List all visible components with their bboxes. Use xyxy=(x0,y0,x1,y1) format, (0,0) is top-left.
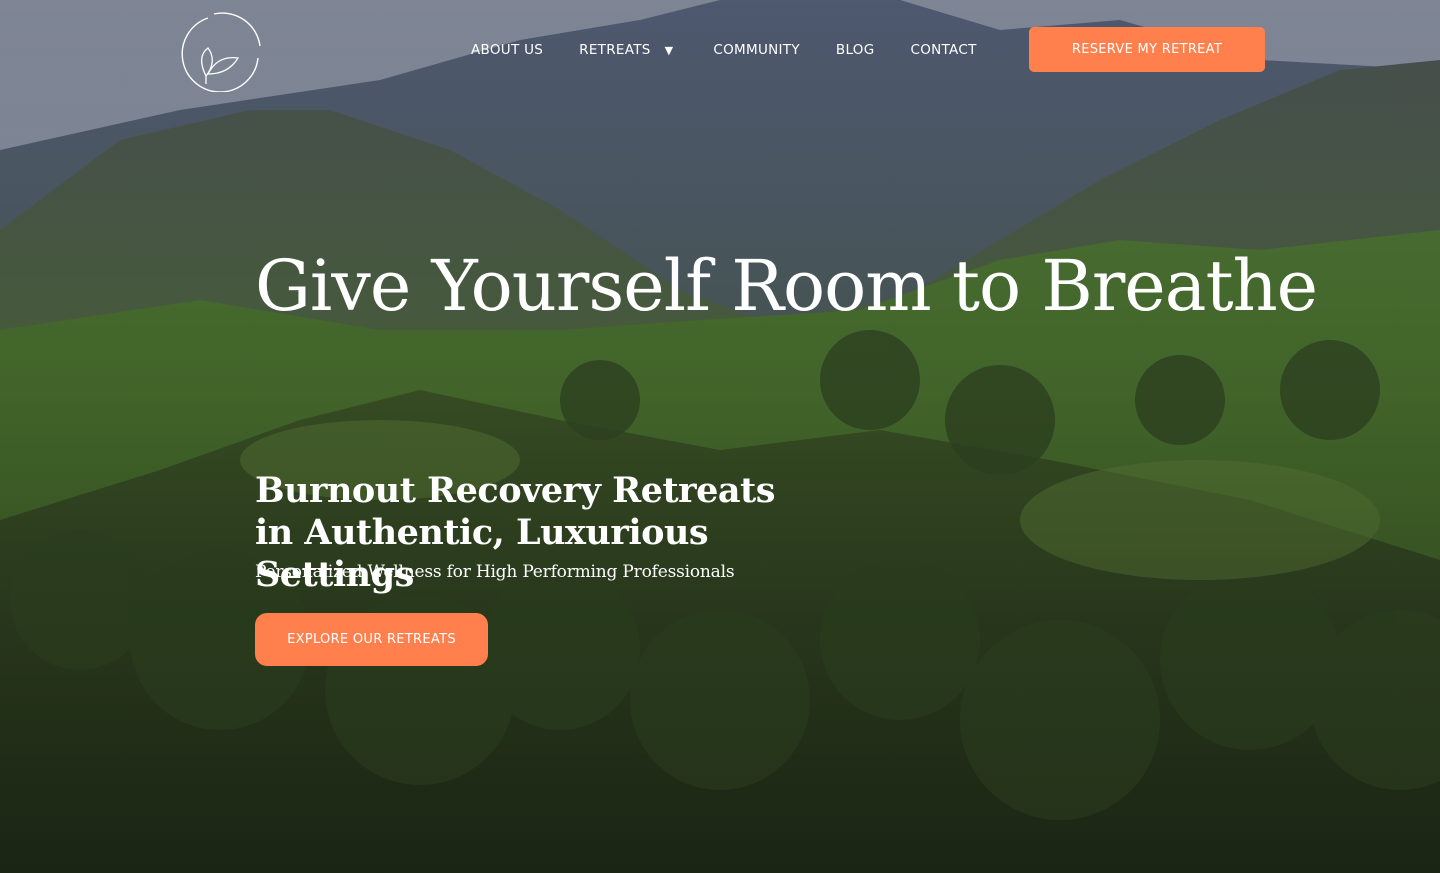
nav-retreats-label: RETREATS xyxy=(579,42,651,58)
reserve-my-retreat-button[interactable]: RESERVE MY RETREAT xyxy=(1029,27,1265,72)
hero-tagline: Personalized Wellness for High Performin… xyxy=(255,562,735,582)
explore-button-label: EXPLORE OUR RETREATS xyxy=(287,632,456,647)
nav-contact-label: CONTACT xyxy=(910,42,977,58)
hero-title: Give Yourself Room to Breathe xyxy=(255,245,1318,327)
nav-retreats[interactable]: RETREATS ▼ xyxy=(579,42,677,58)
leaf-circle-logo[interactable] xyxy=(178,6,264,93)
hero-overlay xyxy=(0,0,1440,873)
nav-about-us-label: ABOUT US xyxy=(471,42,544,58)
logo-icon xyxy=(181,12,261,93)
main-nav: ABOUT US RETREATS ▼ COMMUNITY BLOG CONTA… xyxy=(471,40,977,60)
nav-community[interactable]: COMMUNITY xyxy=(713,42,800,58)
nav-blog[interactable]: BLOG xyxy=(836,42,875,58)
nav-about-us[interactable]: ABOUT US xyxy=(471,42,543,58)
nav-contact[interactable]: CONTACT xyxy=(911,42,977,58)
caret-down-icon[interactable]: ▼ xyxy=(665,44,674,57)
reserve-button-label: RESERVE MY RETREAT xyxy=(1071,42,1223,57)
nav-blog-label: BLOG xyxy=(835,42,875,58)
nav-community-label: COMMUNITY xyxy=(713,42,800,58)
explore-our-retreats-button[interactable]: EXPLORE OUR RETREATS xyxy=(255,613,488,666)
